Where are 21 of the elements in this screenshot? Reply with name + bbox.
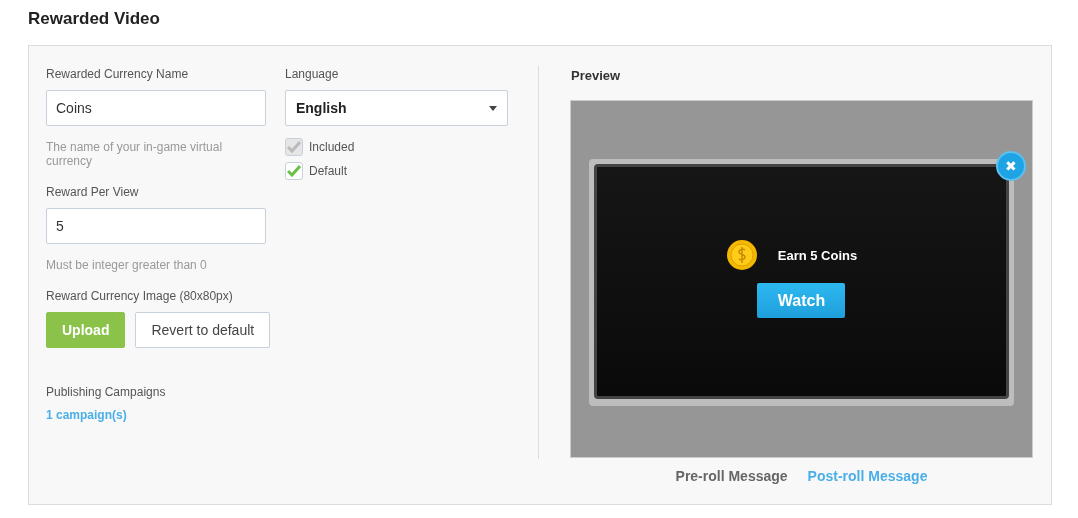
help-text: Must be integer greater than 0 <box>46 258 208 272</box>
coin-icon <box>725 239 758 271</box>
field-label: Reward Per View <box>46 184 140 200</box>
checkbox[interactable] <box>285 162 303 180</box>
language-select[interactable]: English <box>285 90 508 126</box>
field-label: Rewarded Currency Name <box>46 66 190 82</box>
reward-message: Earn 5 Coins <box>777 247 858 263</box>
revert-button[interactable]: Revert to default <box>135 312 271 348</box>
field-label: Language <box>285 66 340 82</box>
message-tab[interactable]: Pre-roll Message <box>675 468 788 484</box>
currency-name-field[interactable]: Coins <box>46 90 266 126</box>
preview-title: Preview <box>571 68 622 83</box>
caret-icon <box>489 105 497 111</box>
field-label: Reward Currency Image (80x80px) <box>46 288 234 304</box>
checkbox-label: Default <box>309 164 347 178</box>
close-button[interactable]: ✖ <box>996 151 1026 181</box>
reward-per-view-field[interactable]: 5 <box>46 208 266 244</box>
checkbox-label: Included <box>309 140 355 154</box>
page-title: Rewarded Video <box>28 8 161 30</box>
field-label: Publishing Campaigns <box>46 384 167 400</box>
help-text: The name of your in-game virtual currency <box>46 140 224 168</box>
